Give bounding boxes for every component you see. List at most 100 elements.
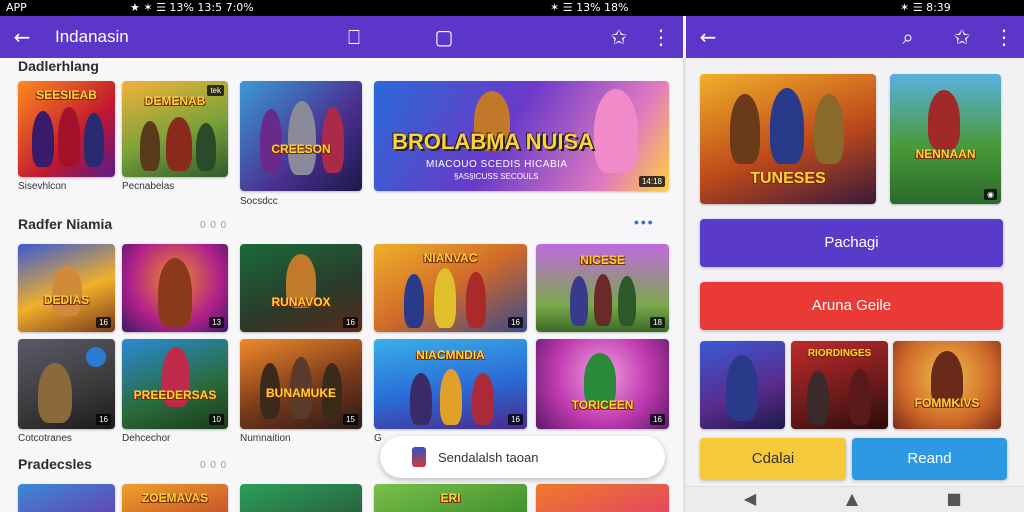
game-tile[interactable]: TUNESES xyxy=(700,74,876,204)
game-caption: Sisevhlcon xyxy=(18,181,67,192)
status-left-label: APP xyxy=(6,1,27,14)
banner-subtitle: MIACOUO SCEDIS HICABIA xyxy=(426,159,568,170)
game-logo-text: NICESE xyxy=(580,253,625,267)
game-logo-text: SEESIEAB xyxy=(36,88,97,102)
game-logo-text: NENNAAN xyxy=(915,147,976,161)
game-badge: 16 xyxy=(343,317,358,328)
app-title: Indanasin xyxy=(55,27,129,46)
star-icon[interactable]: ✩ xyxy=(607,25,631,49)
back-arrow-icon[interactable]: ← xyxy=(10,25,34,49)
banner-title: BROLABMA NUISA xyxy=(392,129,595,154)
game-logo-text: RUNAVOX xyxy=(271,295,331,309)
primary-button[interactable]: Pachagi xyxy=(700,219,1003,267)
game-badge: 16 xyxy=(650,414,665,425)
game-catalog-pane: Dadlerhlang SEESIEAB Sisevhlcon DEMENAB … xyxy=(0,58,683,512)
game-caption: Pecnabelas xyxy=(122,181,175,192)
game-tile[interactable]: ZOEMAVAS xyxy=(122,484,228,512)
nav-home-icon[interactable]: ▲ xyxy=(842,489,862,508)
game-tile[interactable]: TORICEEN 16 xyxy=(536,339,669,429)
app-root: APP ★ ✶ ☰ 13% 13:5 7:0% ✶ ☰ 13% 18% ✶ ☰ … xyxy=(0,0,1024,512)
game-badge: 10 xyxy=(209,414,224,425)
section-title: Dadlerhlang xyxy=(18,58,99,74)
game-logo-text: CREESON xyxy=(271,142,331,156)
section-more-indicator[interactable]: 0 0 0 xyxy=(200,460,227,471)
detail-pane: TUNESES NENNAAN ◉ Pachagi Aruna Geile RI… xyxy=(686,58,1024,512)
search-icon[interactable]: ⌕ xyxy=(896,25,920,49)
game-badge: 13 xyxy=(209,317,224,328)
game-tile[interactable]: NIANVAC 16 xyxy=(374,244,527,332)
section-title: Radfer Niamia xyxy=(18,216,113,232)
game-badge: tek xyxy=(207,85,224,96)
game-logo-text: BUNAMUKE xyxy=(266,386,336,400)
nav-back-icon[interactable]: ◀ xyxy=(740,489,760,508)
game-caption: Numnaition xyxy=(240,433,291,444)
star-icon[interactable]: ✩ xyxy=(950,25,974,49)
game-tile[interactable] xyxy=(240,484,362,512)
status-indicators-b: ✶ ☰ 13% 18% xyxy=(550,1,629,14)
game-tile[interactable]: FOMMKIVS xyxy=(893,341,1001,429)
game-logo-text: NIACMNDIA xyxy=(416,348,485,362)
back-arrow-icon[interactable]: ← xyxy=(696,25,720,49)
game-badge: 18 xyxy=(650,317,665,328)
game-badge: 16 xyxy=(508,414,523,425)
game-tile[interactable]: RIORDINGES xyxy=(791,341,888,429)
game-tile[interactable] xyxy=(700,341,785,429)
section-title: Pradecsles xyxy=(18,456,92,472)
yellow-button[interactable]: Cdalai xyxy=(700,438,846,480)
game-tile[interactable]: CREESON xyxy=(240,81,362,191)
game-badge: 15 xyxy=(343,414,358,425)
game-logo-text: ERI xyxy=(440,491,461,505)
game-logo-text: NIANVAC xyxy=(423,251,478,265)
banner-subtitle-secondary: §AS§ICUSS SECOULS xyxy=(454,172,539,181)
game-tile[interactable] xyxy=(18,484,115,512)
game-tile[interactable]: ERI xyxy=(374,484,527,512)
status-indicators-a: ★ ✶ ☰ 13% 13:5 7:0% xyxy=(130,1,254,14)
status-bar: APP ★ ✶ ☰ 13% 13:5 7:0% ✶ ☰ 13% 18% ✶ ☰ … xyxy=(0,0,1024,16)
game-caption: Socsdcc xyxy=(240,196,278,207)
game-logo-text: FOMMKIVS xyxy=(914,396,980,410)
game-logo-text: DEMENAB xyxy=(144,94,206,108)
game-tile[interactable]: DEDIAS 16 xyxy=(18,244,115,332)
game-badge: ◉ xyxy=(984,189,997,200)
banner-badge: 14:18 xyxy=(638,176,665,187)
game-logo-text: TUNESES xyxy=(750,170,826,187)
left-app-bar: ← Indanasin ⎕ ▢ ✩ ⋮ xyxy=(0,16,683,58)
system-nav-bar: ◀ ▲ ■ xyxy=(686,486,1024,512)
game-logo-text: DEDIAS xyxy=(43,293,90,307)
featured-banner[interactable]: BROLABMA NUISA MIACOUO SCEDIS HICABIA §A… xyxy=(374,81,669,191)
danger-button[interactable]: Aruna Geile xyxy=(700,282,1003,330)
game-tile[interactable]: BUNAMUKE 15 xyxy=(240,339,362,429)
overflow-menu-icon[interactable]: ⋮ xyxy=(992,25,1016,49)
game-caption: G xyxy=(374,433,382,444)
game-badge: 16 xyxy=(96,414,111,425)
blue-button[interactable]: Reand xyxy=(852,438,1007,480)
game-tile[interactable]: RUNAVOX 16 xyxy=(240,244,362,332)
game-badge: 16 xyxy=(96,317,111,328)
game-tile[interactable]: NIACMNDIA 16 xyxy=(374,339,527,429)
game-caption: Dehcechor xyxy=(122,433,171,444)
game-logo-text: RIORDINGES xyxy=(807,348,872,359)
toast-label: Sendalalsh taoan xyxy=(438,450,539,465)
pager-dots[interactable]: ••• xyxy=(634,214,655,230)
game-tile[interactable] xyxy=(536,484,669,512)
bookmark-icon[interactable]: ⎕ xyxy=(342,25,366,49)
nav-recent-icon[interactable]: ■ xyxy=(944,489,964,508)
section-more-indicator[interactable]: 0 0 0 xyxy=(200,220,227,231)
overflow-menu-icon[interactable]: ⋮ xyxy=(649,25,673,49)
status-indicators-c: ✶ ☰ 8:39 xyxy=(900,1,951,14)
game-tile[interactable]: DEMENAB tek xyxy=(122,81,228,177)
game-tile[interactable]: NICESE 18 xyxy=(536,244,669,332)
game-badge: 16 xyxy=(508,317,523,328)
game-tile[interactable]: NENNAAN ◉ xyxy=(890,74,1001,204)
toast-app-icon xyxy=(412,447,426,467)
game-caption: Cotcotranes xyxy=(18,433,72,444)
game-tile[interactable]: PREEDERSAS 10 xyxy=(122,339,228,429)
game-logo-text: TORICEEN xyxy=(571,398,634,412)
game-tile[interactable]: 13 xyxy=(122,244,228,332)
game-tile[interactable]: SEESIEAB xyxy=(18,81,115,177)
snackbar-toast[interactable]: Sendalalsh taoan xyxy=(380,436,665,478)
game-logo-text: ZOEMAVAS xyxy=(141,491,209,505)
right-app-bar: ← ⌕ ✩ ⋮ xyxy=(686,16,1024,58)
game-tile[interactable]: 16 xyxy=(18,339,115,429)
square-icon[interactable]: ▢ xyxy=(432,25,456,49)
